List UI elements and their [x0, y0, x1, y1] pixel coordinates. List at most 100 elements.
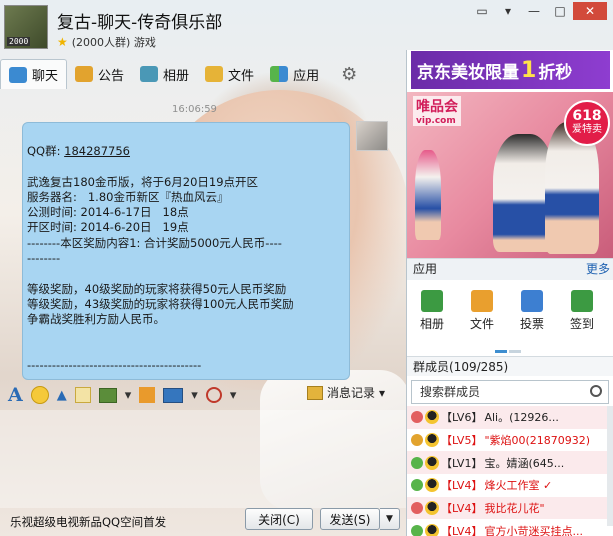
member-list: 【LV6】 Ali。(12926... 【LV5】 "紫焰00(21870932…: [407, 406, 613, 536]
member-name: 我比花儿花": [484, 502, 545, 516]
message-bubble[interactable]: QQ群: 184287756 武逸复古180金币版，将于6月20日19点开区 服…: [22, 122, 350, 380]
music-icon[interactable]: [139, 387, 156, 403]
tab-apps-label: 应用: [293, 68, 320, 84]
tab-files-label: 文件: [228, 68, 255, 84]
members-header: 群成员(109/285): [407, 356, 613, 376]
app-files[interactable]: 文件: [457, 290, 507, 336]
message-line: --------: [27, 251, 61, 266]
image-icon[interactable]: [98, 387, 117, 403]
member-level: 【LV6】: [441, 411, 483, 425]
send-options-button[interactable]: ▼: [380, 508, 400, 530]
member-level: 【LV4】: [441, 479, 483, 493]
vote-icon: [521, 290, 543, 312]
status-icon: [411, 524, 423, 536]
sender-avatar[interactable]: [356, 121, 388, 151]
tab-notice[interactable]: 公告: [67, 59, 132, 89]
member-row[interactable]: 【LV4】 烽火工作室 ✓: [407, 474, 613, 497]
member-name: Ali。(12926...: [484, 411, 559, 425]
member-level: 【LV4】: [441, 502, 483, 516]
promo-link[interactable]: 乐视超级电视新品QQ空间首发: [10, 514, 166, 530]
search-icon[interactable]: [590, 385, 602, 397]
chevron-down-icon[interactable]: ▾: [191, 385, 198, 405]
history-label: 消息记录: [327, 386, 376, 400]
ad-banner[interactable]: 京东美妆限量 1 折秒: [411, 51, 610, 89]
album-icon: [140, 66, 159, 82]
avatar: [425, 478, 439, 493]
message-line: 争霸战奖胜利方励人民币。: [27, 312, 165, 327]
side-panel: 京东美妆限量 1 折秒 唯品会 vip.com 618 爱特卖 应用 更多 相册 文…: [406, 50, 613, 536]
menu-button[interactable]: ▾: [495, 2, 521, 20]
emoji-icon[interactable]: [30, 386, 49, 404]
tab-chat[interactable]: 聊天: [0, 59, 68, 89]
minimize-button[interactable]: —: [521, 2, 547, 20]
app-vote[interactable]: 投票: [507, 290, 557, 336]
window-header: 2000 复古-聊天-传奇俱乐部 ★ (2000人群) 游戏 ▭ ▾ — □ ✕: [0, 0, 613, 57]
status-icon: [411, 479, 423, 492]
tab-notice-label: 公告: [98, 68, 125, 84]
app-checkin[interactable]: 签到: [557, 290, 607, 336]
chevron-down-icon[interactable]: ▾: [230, 385, 237, 405]
tab-album[interactable]: 相册: [132, 59, 197, 89]
message-line: --------本区奖励内容1: 合计奖励5000元人民币----: [27, 235, 282, 250]
status-icon: [411, 411, 423, 424]
chevron-down-icon[interactable]: ▾: [125, 385, 132, 405]
message-line: QQ群: 184287756: [27, 144, 130, 158]
member-search-input[interactable]: 搜索群成员: [411, 380, 609, 404]
member-row[interactable]: 【LV4】 我比花儿花": [407, 496, 613, 520]
group-subtitle: ★ (2000人群) 游戏: [57, 34, 156, 50]
block-icon[interactable]: [205, 387, 222, 403]
member-row[interactable]: 【LV5】 "紫焰00(21870932): [407, 429, 613, 452]
member-name: "紫焰00(21870932): [484, 434, 591, 448]
member-row[interactable]: 【LV4】 官方小苛迷买挂点...: [407, 519, 613, 536]
tab-bar: 聊天 公告 相册 文件 应用 ⚙: [0, 58, 357, 90]
chat-icon: [9, 66, 27, 83]
close-button[interactable]: 关闭(C): [245, 508, 313, 530]
gear-icon[interactable]: ⚙: [327, 64, 357, 85]
screenshot-icon[interactable]: [163, 387, 184, 403]
send-button[interactable]: 发送(S): [320, 508, 380, 530]
group-avatar-badge: 2000: [7, 37, 31, 46]
apps-more-link[interactable]: 更多: [586, 259, 610, 279]
message-line: 服务器名: 1.80金币新区『热血风云』: [27, 189, 229, 204]
member-row[interactable]: 【LV6】 Ali。(12926...: [407, 406, 613, 429]
group-subtitle-text: (2000人群) 游戏: [71, 36, 156, 49]
skin-button[interactable]: ▭: [469, 2, 495, 20]
message-input[interactable]: [0, 410, 406, 508]
avatar: [425, 501, 439, 516]
window-controls: ▭ ▾ — □ ✕: [469, 2, 607, 20]
apps-header: 应用 更多: [407, 258, 613, 280]
maximize-button[interactable]: □: [547, 2, 573, 20]
tab-apps[interactable]: 应用: [262, 59, 327, 89]
tab-files[interactable]: 文件: [197, 59, 262, 89]
app-album[interactable]: 相册: [407, 290, 457, 336]
tab-chat-label: 聊天: [32, 69, 59, 84]
message-line: 开区时间: 2014-6-20日 19点: [27, 220, 189, 235]
apps-pager[interactable]: [495, 342, 525, 353]
folder-icon: [471, 290, 493, 312]
history-icon: [307, 385, 323, 400]
message-line: ----------------------------------------…: [27, 358, 202, 373]
shake-icon[interactable]: ▲: [57, 385, 67, 405]
message-line: 公测时间: 2014-6-17日 18点: [27, 205, 189, 220]
avatar: [425, 410, 439, 425]
notice-icon: [75, 66, 94, 82]
group-title: 复古-聊天-传奇俱乐部: [57, 13, 223, 33]
promo-badge: 618 爱特卖: [564, 100, 610, 146]
history-button[interactable]: 消息记录 ▾: [307, 384, 385, 401]
member-level: 【LV4】: [441, 524, 483, 536]
apps-icon: [270, 66, 289, 82]
avatar: [425, 455, 439, 470]
qq-number-link[interactable]: 184287756: [64, 144, 130, 158]
font-icon[interactable]: A: [8, 384, 23, 406]
member-list-scrollbar[interactable]: [607, 406, 613, 526]
photo-ad[interactable]: 唯品会 vip.com 618 爱特卖: [407, 92, 613, 258]
close-window-button[interactable]: ✕: [573, 2, 607, 20]
avatar: [425, 433, 439, 448]
star-icon: ★: [57, 35, 68, 49]
message-timestamp: 16:06:59: [172, 104, 217, 115]
folder-icon: [205, 66, 224, 82]
member-row[interactable]: 【LV1】 宝。婧涵(645...: [407, 451, 613, 475]
scribble-icon[interactable]: [74, 387, 91, 403]
group-avatar[interactable]: 2000: [4, 5, 48, 49]
ad-logo: 唯品会 vip.com: [413, 96, 461, 126]
